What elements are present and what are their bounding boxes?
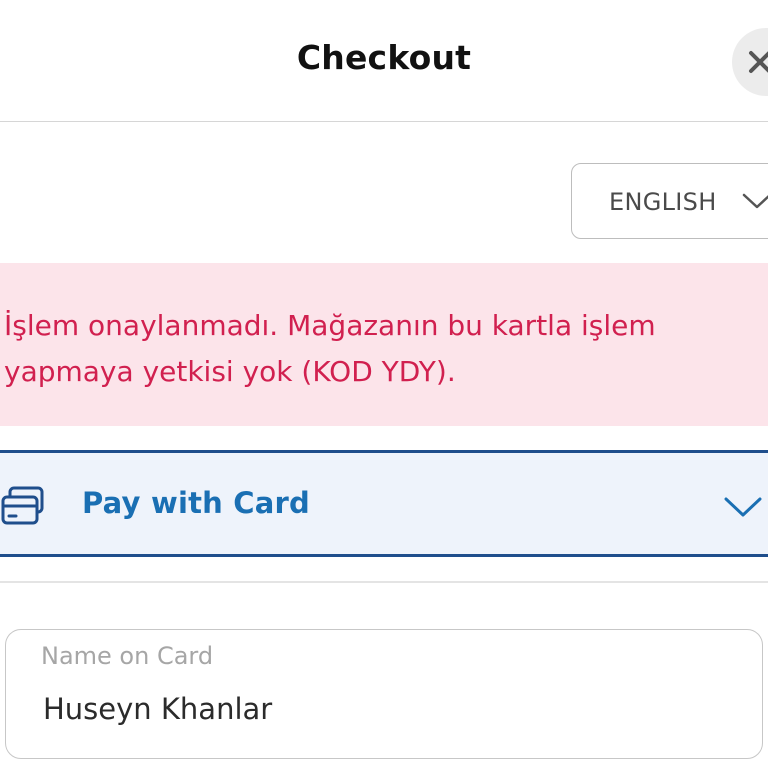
chevron-down-icon: [724, 497, 762, 517]
chevron-down-icon: [742, 193, 768, 209]
name-on-card-field[interactable]: Name on Card Huseyn Khanlar: [5, 629, 763, 759]
language-selected-value: ENGLISH: [609, 188, 717, 216]
error-message: İşlem onaylanmadı. Mağazanın bu kartla i…: [4, 309, 656, 388]
pay-with-card-accordion[interactable]: Pay with Card: [0, 450, 768, 557]
page-title: Checkout: [296, 38, 472, 77]
error-alert: İşlem onaylanmadı. Mağazanın bu kartla i…: [0, 263, 768, 426]
header: Checkout: [0, 0, 768, 122]
name-on-card-input[interactable]: Huseyn Khanlar: [43, 692, 272, 726]
divider: [0, 581, 768, 583]
close-icon: [749, 51, 768, 73]
checkout-screen: Checkout ENGLISH İşlem onaylanmadı. Mağa…: [0, 0, 768, 768]
language-select[interactable]: ENGLISH: [571, 163, 768, 239]
name-on-card-label: Name on Card: [41, 642, 214, 670]
pay-with-card-label: Pay with Card: [82, 486, 311, 520]
credit-card-icon: [1, 486, 44, 525]
